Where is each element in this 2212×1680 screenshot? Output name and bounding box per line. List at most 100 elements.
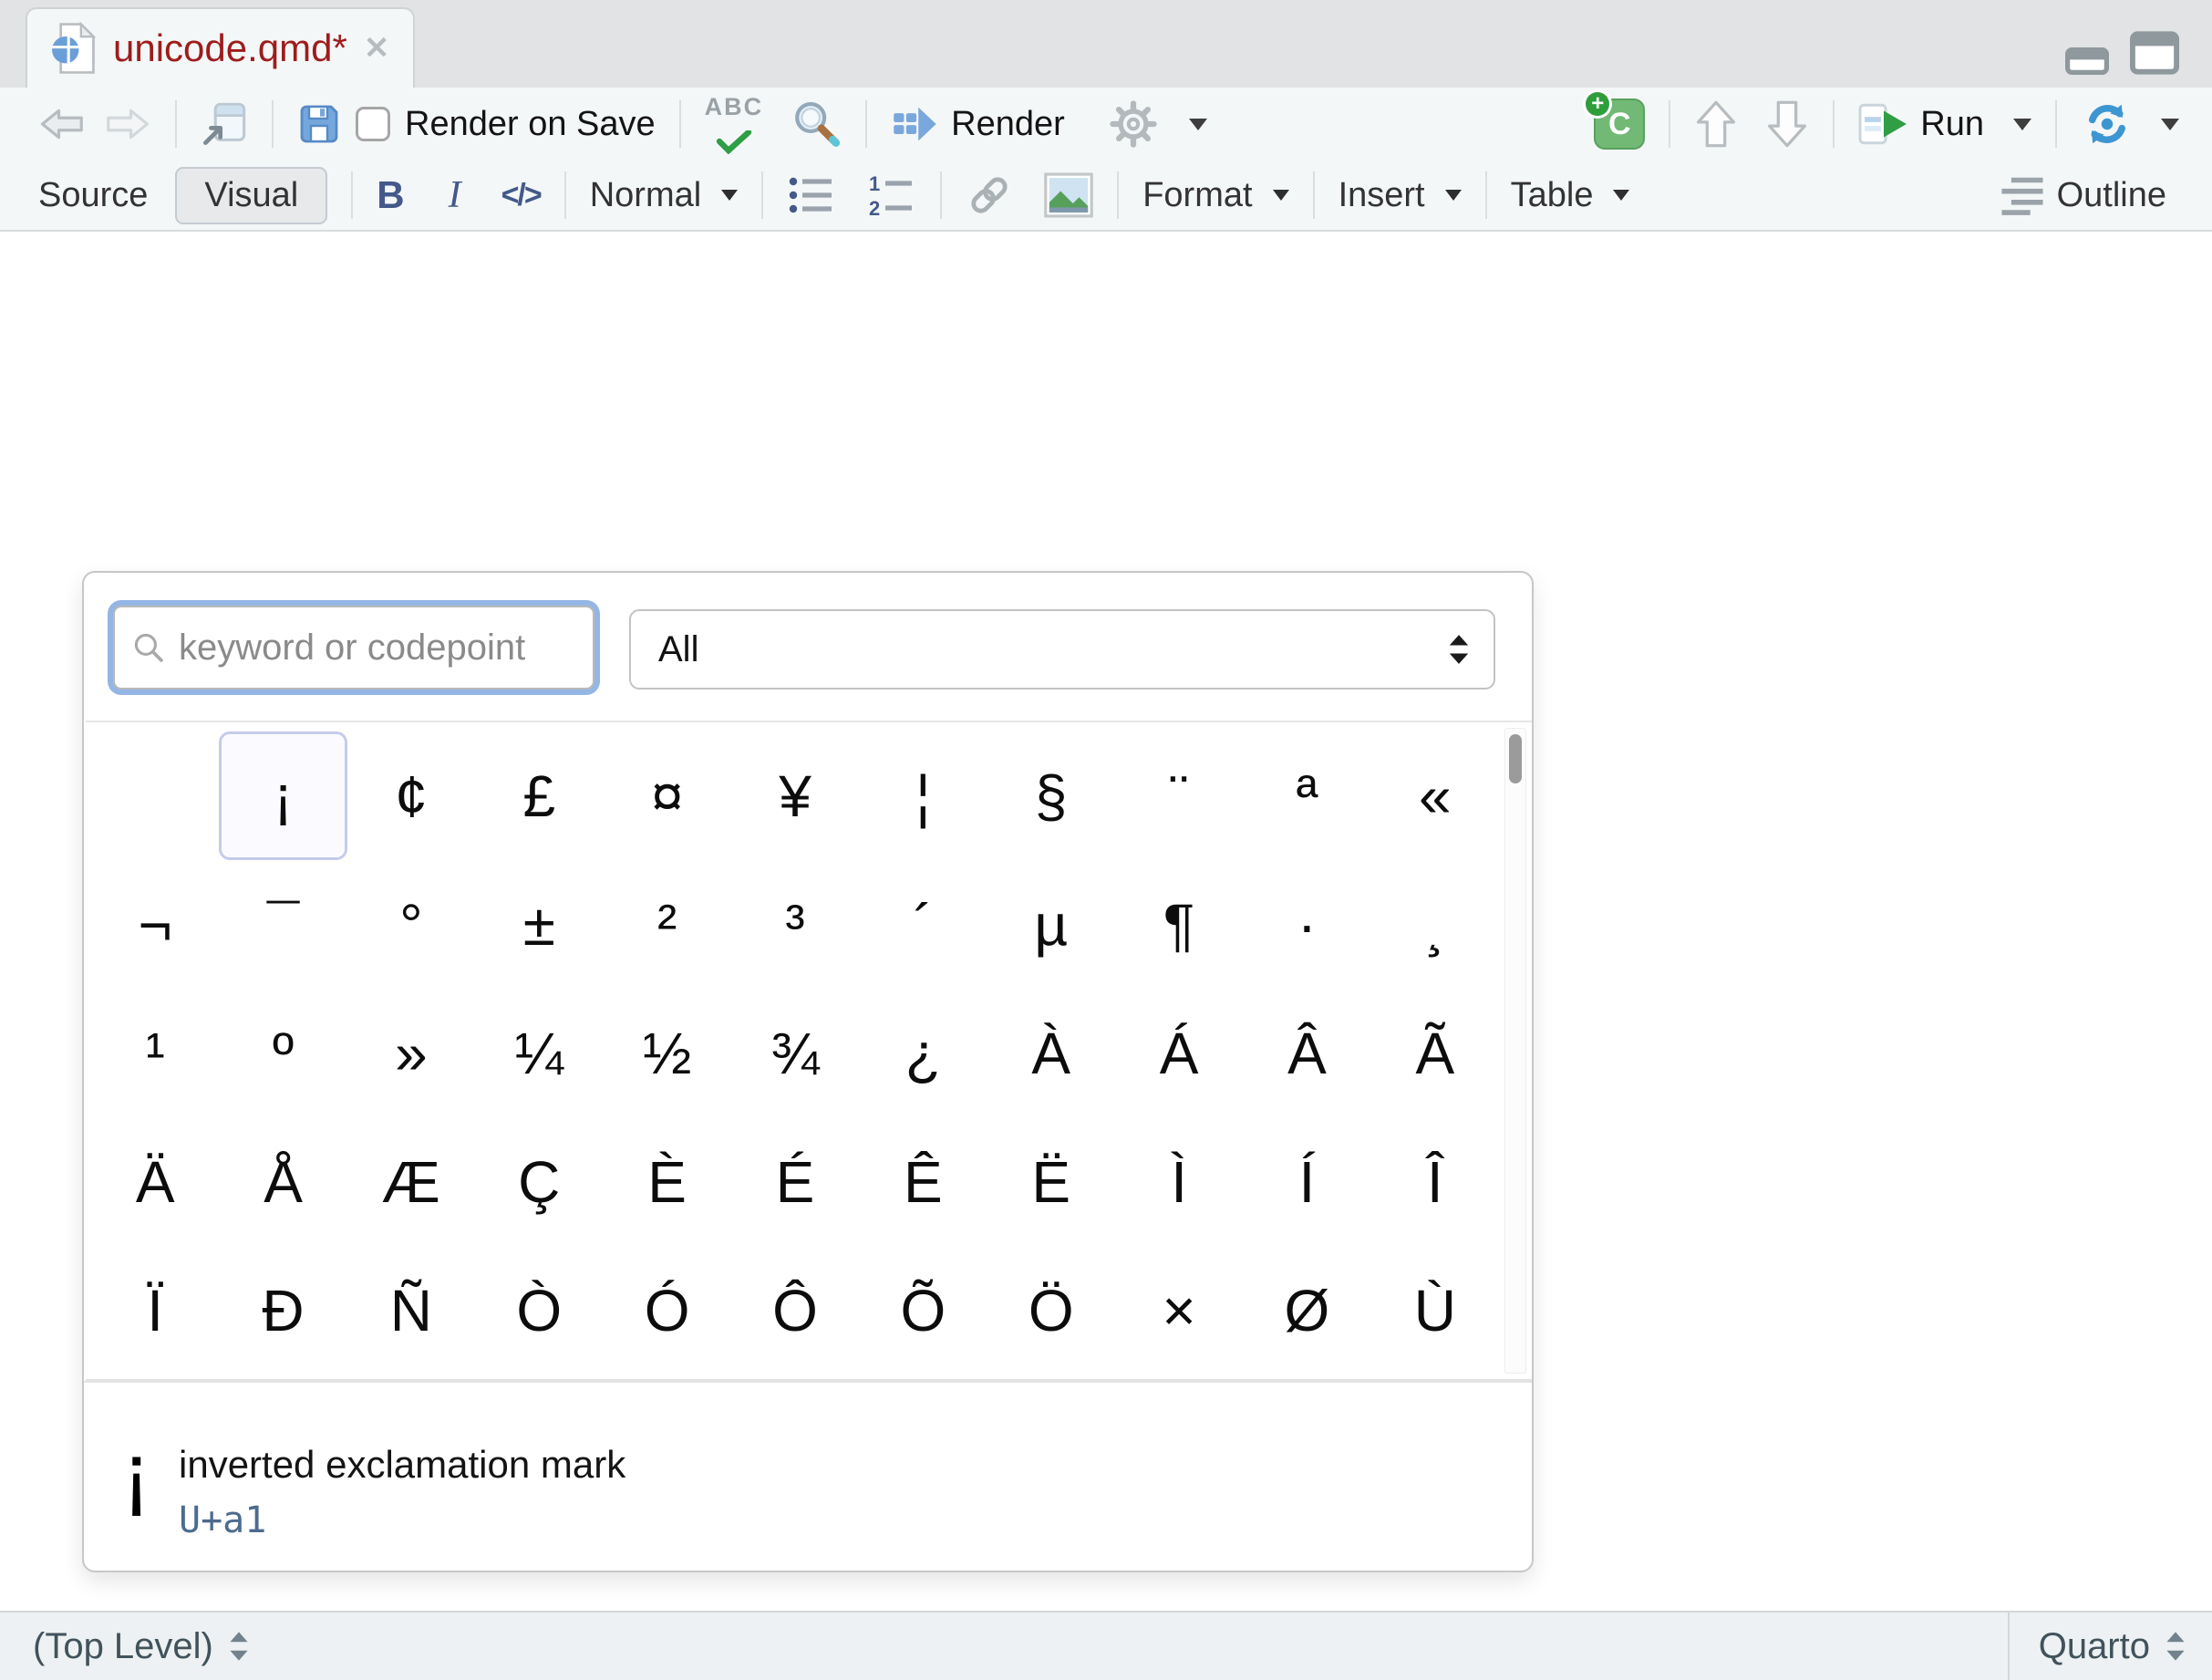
find-button[interactable]	[791, 99, 842, 150]
run-label: Run	[1920, 105, 1984, 144]
symbol-cell[interactable]: ¯	[219, 860, 346, 989]
format-menu[interactable]: Format	[1142, 176, 1288, 215]
open-in-new-window-button[interactable]	[201, 101, 248, 147]
render-icon	[891, 102, 940, 146]
symbol-cell[interactable]: Ä	[91, 1117, 219, 1246]
symbol-cell[interactable]: Î	[1371, 1117, 1499, 1246]
symbol-cell[interactable]: È	[603, 1117, 730, 1246]
symbol-cell[interactable]: Í	[1243, 1117, 1370, 1246]
insert-image-button[interactable]	[1044, 172, 1093, 218]
symbol-cell[interactable]: Ê	[859, 1117, 987, 1246]
scope-selector[interactable]: (Top Level)	[33, 1613, 250, 1680]
symbol-cell[interactable]: ³	[731, 860, 859, 989]
symbol-cell[interactable]: º	[219, 989, 346, 1117]
scrollbar-thumb[interactable]	[1509, 734, 1522, 783]
code-button[interactable]: </>	[501, 178, 541, 213]
symbol-cell[interactable]: ¸	[1371, 860, 1499, 989]
symbol-cell[interactable]: Ù	[1371, 1246, 1499, 1374]
symbol-cell[interactable]: Ç	[475, 1117, 603, 1246]
symbol-cell[interactable]: ´	[859, 860, 987, 989]
render-on-save-label[interactable]: Render on Save	[405, 105, 656, 144]
italic-button[interactable]: I	[449, 173, 461, 217]
table-menu-label: Table	[1511, 176, 1594, 215]
symbol-cell[interactable]: Ë	[987, 1117, 1115, 1246]
render-on-save-checkbox[interactable]	[356, 107, 390, 141]
source-mode-button[interactable]: Source	[38, 176, 148, 215]
symbol-cell[interactable]: Ó	[603, 1246, 730, 1374]
symbol-cell[interactable]: Â	[1243, 989, 1370, 1117]
symbol-cell[interactable]: Ò	[475, 1246, 603, 1374]
symbol-cell[interactable]: Ï	[91, 1246, 219, 1374]
symbol-cell[interactable]: ¤	[603, 731, 730, 860]
document-mode-selector[interactable]: Quarto	[2008, 1613, 2212, 1680]
symbol-cell[interactable]: ¶	[1115, 860, 1243, 989]
outline-toggle-button[interactable]: Outline	[1999, 174, 2166, 216]
symbol-cell[interactable]: Ô	[731, 1246, 859, 1374]
source-document-button[interactable]	[2081, 101, 2179, 147]
select-updown-icon	[1448, 634, 1470, 665]
insert-link-button[interactable]	[966, 173, 1013, 217]
symbol-cell[interactable]: ¾	[731, 989, 859, 1117]
visual-mode-button[interactable]: Visual	[175, 167, 327, 224]
tab-unicode-qmd[interactable]: unicode.qmd* ✕	[26, 7, 415, 88]
mode-label: Quarto	[2039, 1626, 2150, 1667]
symbol-cell[interactable]: Ø	[1243, 1246, 1370, 1374]
symbol-cell[interactable]: Õ	[859, 1246, 987, 1374]
insert-chunk-button[interactable]: C +	[1594, 99, 1645, 150]
symbol-search-input[interactable]	[179, 627, 576, 669]
symbol-cell[interactable]: ª	[1243, 731, 1370, 860]
go-to-next-chunk-button[interactable]	[1765, 99, 1809, 150]
symbol-cell[interactable]: «	[1371, 731, 1499, 860]
bold-button[interactable]: B	[377, 173, 404, 217]
scrollbar-track[interactable]	[1504, 728, 1526, 1374]
symbol-cell[interactable]: ¨	[1115, 731, 1243, 860]
symbol-cell[interactable]: Ã	[1371, 989, 1499, 1117]
symbol-cell[interactable]: Á	[1115, 989, 1243, 1117]
symbol-cell[interactable]: Æ	[347, 1117, 475, 1246]
symbol-cell[interactable]: ¦	[859, 731, 987, 860]
minimize-pane-icon[interactable]	[2064, 47, 2110, 75]
symbol-cell[interactable]: ¢	[347, 731, 475, 860]
run-button[interactable]: Run	[1858, 101, 2031, 147]
forward-button[interactable]	[102, 103, 151, 145]
symbol-cell[interactable]: É	[731, 1117, 859, 1246]
bullet-list-button[interactable]	[787, 173, 836, 217]
symbol-cell[interactable]: Ì	[1115, 1117, 1243, 1246]
symbol-cell[interactable]: £	[475, 731, 603, 860]
symbol-cell[interactable]: Ñ	[347, 1246, 475, 1374]
go-to-previous-chunk-button[interactable]	[1694, 99, 1738, 150]
symbol-cell[interactable]: µ	[987, 860, 1115, 989]
symbol-cell[interactable]: ¿	[859, 989, 987, 1117]
symbol-cell[interactable]: §	[987, 731, 1115, 860]
symbol-filter-select[interactable]: All	[629, 609, 1495, 690]
render-options-button[interactable]	[1109, 99, 1207, 149]
numbered-list-button[interactable]: 1 2	[867, 173, 916, 217]
symbol-cell[interactable]: ²	[603, 860, 730, 989]
insert-menu[interactable]: Insert	[1339, 176, 1462, 215]
paragraph-style-dropdown[interactable]: Normal	[590, 176, 738, 215]
symbol-cell[interactable]: Ö	[987, 1246, 1115, 1374]
maximize-pane-icon[interactable]	[2130, 31, 2179, 75]
symbol-cell[interactable]: ¡	[219, 731, 346, 860]
symbol-cell[interactable]: À	[987, 989, 1115, 1117]
symbol-cell[interactable]: ±	[475, 860, 603, 989]
symbol-cell[interactable]: Ð	[219, 1246, 346, 1374]
editor-canvas[interactable]: All ¡¢£¤¥¦§¨ª« ¬¯°±²³´µ¶·¸ ¹º»¼½¾¿ÀÁÂÃ ÄÅÆÇ…	[0, 232, 2212, 1611]
symbol-cell[interactable]	[91, 731, 219, 860]
symbol-cell[interactable]: »	[347, 989, 475, 1117]
symbol-cell[interactable]: ·	[1243, 860, 1370, 989]
symbol-cell[interactable]: ¬	[91, 860, 219, 989]
spellcheck-button[interactable]: ABC	[705, 95, 764, 154]
symbol-cell[interactable]: ½	[603, 989, 730, 1117]
table-menu[interactable]: Table	[1511, 176, 1630, 215]
close-icon[interactable]: ✕	[364, 30, 390, 67]
symbol-cell[interactable]: ¼	[475, 989, 603, 1117]
symbol-cell[interactable]: ¥	[731, 731, 859, 860]
back-button[interactable]	[38, 103, 88, 145]
symbol-cell[interactable]: ×	[1115, 1246, 1243, 1374]
render-button[interactable]: Render	[891, 102, 1065, 146]
save-button[interactable]	[297, 101, 341, 147]
symbol-cell[interactable]: Å	[219, 1117, 346, 1246]
symbol-cell[interactable]: °	[347, 860, 475, 989]
symbol-cell[interactable]: ¹	[91, 989, 219, 1117]
